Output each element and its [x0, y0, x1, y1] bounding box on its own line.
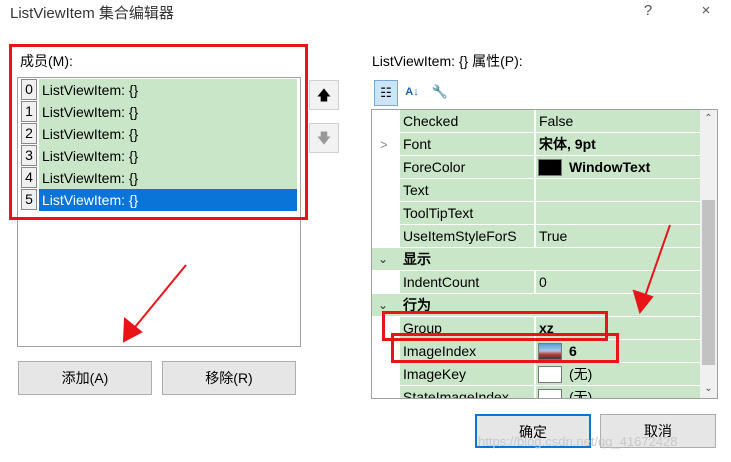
annotation-arrow-left	[122, 264, 187, 343]
annotation-arrows	[122, 224, 671, 343]
annotation-arrow-right	[632, 224, 671, 315]
